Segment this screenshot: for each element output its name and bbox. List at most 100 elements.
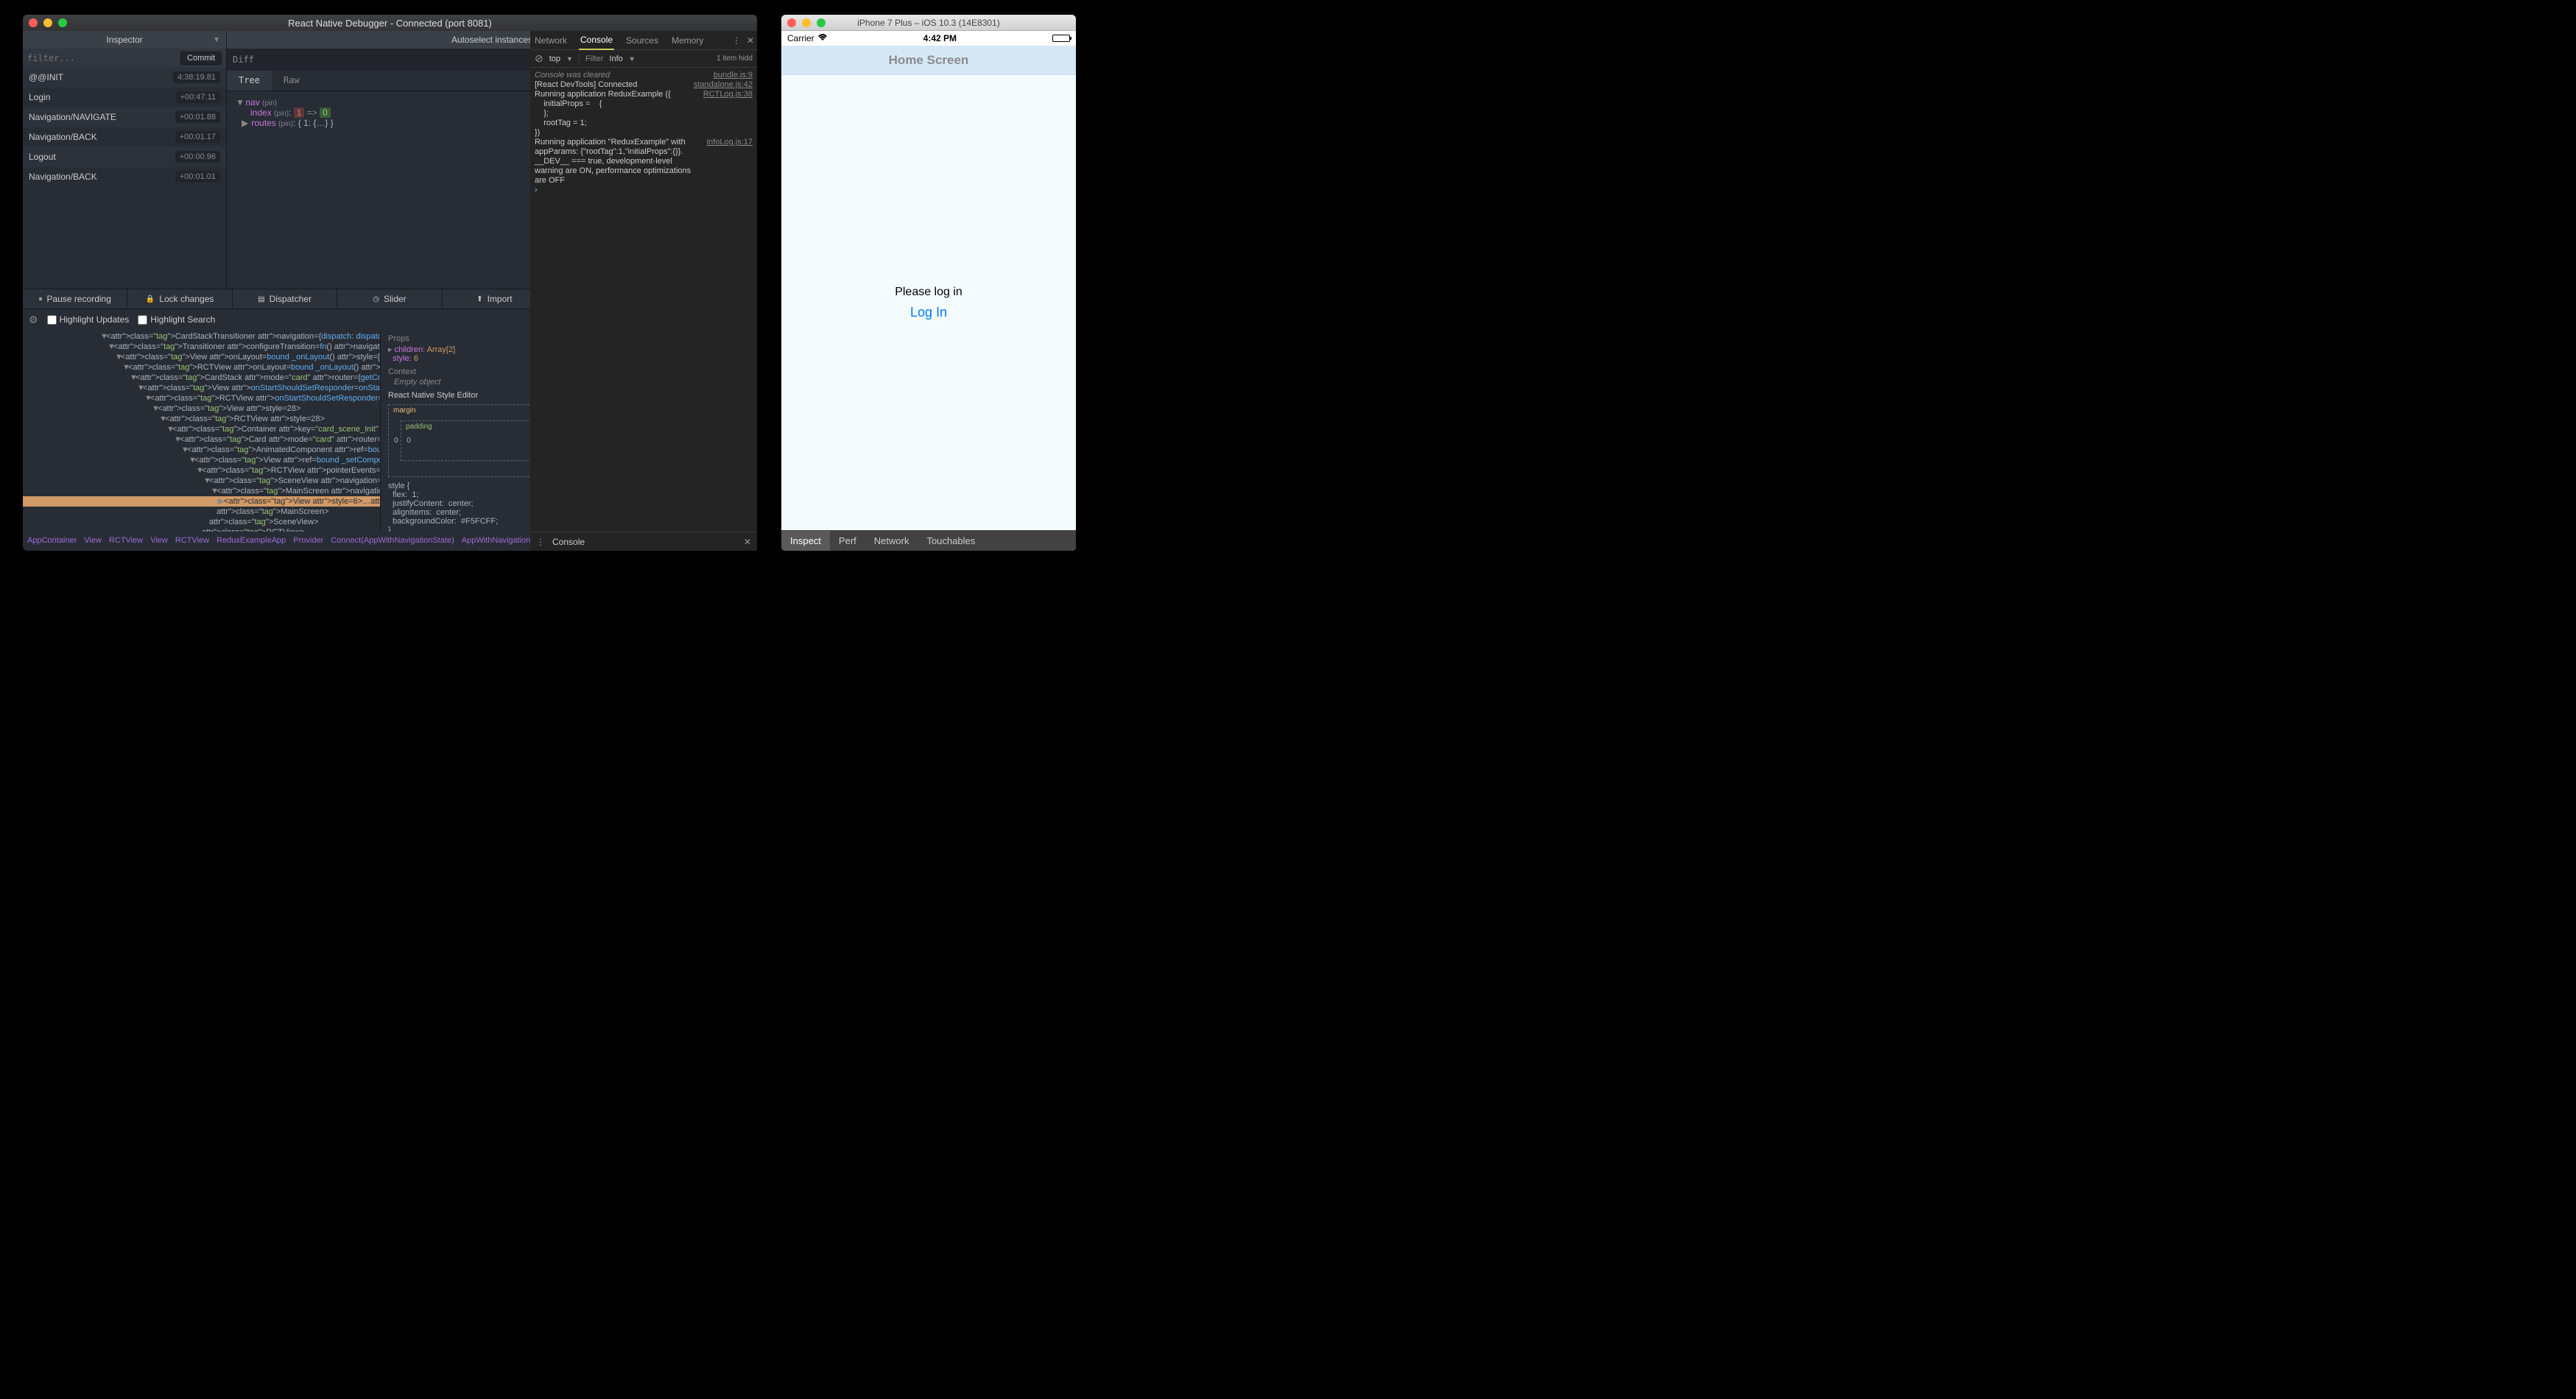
action-log-panel: Inspector ▼ Commit @@INIT4:38:19.81Login… bbox=[23, 31, 227, 289]
tree-node[interactable]: ▶<attr">class="tag">View attr">style=6>…… bbox=[23, 496, 380, 507]
lock-icon: 🔒 bbox=[146, 295, 155, 303]
sim-title: iPhone 7 Plus – iOS 10.3 (14E8301) bbox=[781, 18, 1076, 28]
close-icon[interactable] bbox=[787, 18, 796, 27]
tree-node[interactable]: ▼<attr">class="tag">RCTView attr">onLayo… bbox=[23, 362, 380, 373]
zoom-icon[interactable] bbox=[817, 18, 826, 27]
sim-inspector-tab-touchables[interactable]: Touchables bbox=[918, 531, 984, 551]
crumb[interactable]: View bbox=[84, 536, 102, 545]
devtools-tab-sources[interactable]: Sources bbox=[624, 32, 660, 49]
hidden-count: 1 item hidd bbox=[717, 54, 753, 63]
devtools-tab-console[interactable]: Console bbox=[579, 31, 614, 50]
tree-node[interactable]: ▼<attr">class="tag">RCTView attr">pointe… bbox=[23, 465, 380, 476]
devtools-tab-network[interactable]: Network bbox=[533, 32, 569, 49]
inspector-dropdown[interactable]: Inspector ▼ bbox=[23, 31, 226, 49]
action-item[interactable]: Navigation/BACK+00:01.17 bbox=[23, 127, 226, 147]
tree-node[interactable]: ▼<attr">class="tag">MainScreen attr">nav… bbox=[23, 486, 380, 496]
zoom-icon[interactable] bbox=[58, 18, 67, 27]
kebab-icon[interactable]: ⋮ bbox=[732, 35, 741, 46]
tree-node[interactable]: ▼<attr">class="tag">Card attr">mode="car… bbox=[23, 434, 380, 445]
minimize-icon[interactable] bbox=[802, 18, 811, 27]
tree-node[interactable]: ▼<attr">class="tag">Container attr">key=… bbox=[23, 424, 380, 434]
action-item[interactable]: Navigation/BACK+00:01.01 bbox=[23, 167, 226, 187]
crumb[interactable]: View bbox=[150, 536, 168, 545]
tree-node[interactable]: ▼<attr">class="tag">CardStack attr">mode… bbox=[23, 373, 380, 383]
upload-icon: ⬆ bbox=[476, 295, 482, 303]
level-selector[interactable]: Info bbox=[609, 54, 622, 63]
action-item[interactable]: @@INIT4:38:19.81 bbox=[23, 68, 226, 88]
commit-button[interactable]: Commit bbox=[180, 52, 222, 65]
tree-node[interactable]: ▼<attr">class="tag">View attr">onLayout=… bbox=[23, 352, 380, 362]
traffic-lights bbox=[787, 18, 826, 27]
sim-screen: Carrier 4:42 PM Home Screen Please log i… bbox=[781, 31, 1076, 551]
sim-titlebar: iPhone 7 Plus – iOS 10.3 (14E8301) bbox=[781, 15, 1076, 31]
gear-icon[interactable]: ⚙ bbox=[29, 314, 38, 326]
carrier-label: Carrier bbox=[787, 33, 814, 43]
tree-node[interactable]: ▼<attr">class="tag">View attr">onStartSh… bbox=[23, 383, 380, 393]
diff-label: Diff bbox=[233, 54, 577, 65]
battery-icon bbox=[1052, 35, 1070, 42]
clock-icon: ◷ bbox=[373, 295, 379, 303]
action-list: @@INIT4:38:19.81Login+00:47.11Navigation… bbox=[23, 68, 226, 289]
crumb[interactable]: RCTView bbox=[109, 536, 143, 545]
devtools-tab-memory[interactable]: Memory bbox=[670, 32, 705, 49]
please-login-text: Please log in bbox=[895, 286, 963, 299]
crumb[interactable]: ReduxExampleApp bbox=[217, 536, 286, 545]
dispatcher-button[interactable]: ▤Dispatcher bbox=[233, 289, 337, 309]
filter-row: Commit bbox=[23, 49, 226, 68]
filter-input[interactable] bbox=[27, 53, 180, 63]
action-item[interactable]: Login+00:47.11 bbox=[23, 88, 226, 108]
chevron-down-icon: ▼ bbox=[566, 55, 573, 63]
action-item[interactable]: Logout+00:00.96 bbox=[23, 147, 226, 167]
close-icon[interactable]: ✕ bbox=[747, 35, 754, 46]
window-title: React Native Debugger - Connected (port … bbox=[23, 18, 757, 29]
tree-node[interactable]: ▼<attr">class="tag">RCTView attr">onStar… bbox=[23, 393, 380, 404]
drawer-tab-console[interactable]: Console bbox=[552, 537, 585, 547]
tree-node[interactable]: ▼<attr">class="tag">View attr">style=28> bbox=[23, 404, 380, 414]
crumb[interactable]: RCTView bbox=[175, 536, 209, 545]
minimize-icon[interactable] bbox=[43, 18, 52, 27]
status-bar: Carrier 4:42 PM bbox=[781, 31, 1076, 46]
console-line: Running application "ReduxExample" with … bbox=[535, 138, 753, 186]
crumb[interactable]: Connect(AppWithNavigationState) bbox=[331, 536, 454, 545]
titlebar: React Native Debugger - Connected (port … bbox=[23, 15, 757, 31]
tree-node[interactable]: attr">class="tag">SceneView> bbox=[23, 517, 380, 527]
kebab-icon[interactable]: ⋮ bbox=[536, 537, 545, 547]
action-item[interactable]: Navigation/NAVIGATE+00:01.88 bbox=[23, 108, 226, 127]
filter-input[interactable]: Filter bbox=[585, 54, 603, 63]
tree-node[interactable]: ▼<attr">class="tag">Transitioner attr">c… bbox=[23, 342, 380, 352]
crumb[interactable]: AppContainer bbox=[27, 536, 77, 545]
sim-inspector-tab-inspect[interactable]: Inspect bbox=[781, 531, 830, 551]
subtab-raw[interactable]: Raw bbox=[272, 71, 312, 91]
sim-inspector-tab-perf[interactable]: Perf bbox=[830, 531, 865, 551]
devtools-drawer: ⋮ Console ✕ bbox=[530, 532, 757, 551]
tree-node[interactable]: ▼<attr">class="tag">SceneView attr">navi… bbox=[23, 476, 380, 486]
simulator-window: iPhone 7 Plus – iOS 10.3 (14E8301) Carri… bbox=[781, 15, 1076, 551]
traffic-lights bbox=[29, 18, 67, 27]
console-filter-row: ⊘ top ▼ Filter Info ▼ 1 item hidd bbox=[530, 50, 757, 68]
login-link[interactable]: Log In bbox=[910, 305, 947, 320]
subtab-tree[interactable]: Tree bbox=[227, 71, 272, 91]
highlight-updates-checkbox[interactable]: Highlight Updates bbox=[47, 314, 130, 325]
chevron-down-icon: ▼ bbox=[213, 36, 220, 44]
highlight-search-checkbox[interactable]: Highlight Search bbox=[138, 314, 215, 325]
tree-node[interactable]: ▼<attr">class="tag">AnimatedComponent at… bbox=[23, 445, 380, 455]
clear-console-icon[interactable]: ⊘ bbox=[535, 52, 543, 65]
autoselect-label: Autoselect instances bbox=[451, 35, 532, 45]
tree-node[interactable]: ▼<attr">class="tag">RCTView attr">style=… bbox=[23, 414, 380, 424]
sim-inspector-tab-network[interactable]: Network bbox=[865, 531, 918, 551]
console-prompt[interactable]: › bbox=[535, 186, 753, 195]
close-icon[interactable]: ✕ bbox=[744, 537, 751, 547]
pause-recording-button[interactable]: ⏸Pause recording bbox=[23, 289, 127, 309]
tree-node[interactable]: attr">class="tag">MainScreen> bbox=[23, 507, 380, 517]
tree-node[interactable]: ▼<attr">class="tag">CardStackTransitione… bbox=[23, 331, 380, 342]
console-output[interactable]: Console was clearedbundle.js:9[React Dev… bbox=[530, 68, 757, 532]
devtools-console-panel: Network Console Sources Memory ⋮ ✕ ⊘ top ▼ … bbox=[530, 31, 757, 551]
component-tree[interactable]: ▼<attr">class="tag">CardStackTransitione… bbox=[23, 330, 380, 532]
tree-node[interactable]: ▼<attr">class="tag">View attr">ref=bound… bbox=[23, 455, 380, 465]
crumb[interactable]: Provider bbox=[293, 536, 323, 545]
lock-changes-button[interactable]: 🔒Lock changes bbox=[127, 289, 232, 309]
context-selector[interactable]: top bbox=[549, 54, 560, 63]
slider-button[interactable]: ◷Slider bbox=[337, 289, 442, 309]
nav-title: Home Screen bbox=[889, 53, 969, 68]
close-icon[interactable] bbox=[29, 18, 38, 27]
